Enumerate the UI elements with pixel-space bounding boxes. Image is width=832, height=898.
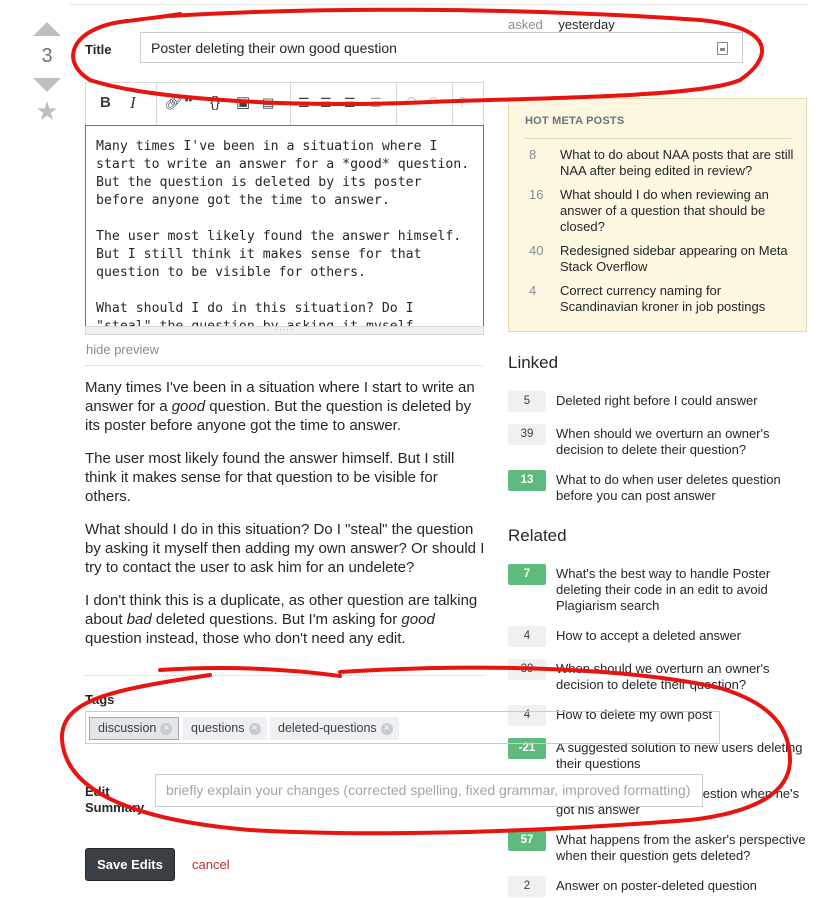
edit-summary-input[interactable]: briefly explain your changes (corrected … <box>155 774 703 807</box>
bold-button[interactable]: B <box>100 93 111 113</box>
vote-count: 3 <box>41 45 53 67</box>
save-edits-button[interactable]: Save Edits <box>85 848 175 881</box>
heading-button[interactable]: ☰ <box>344 93 356 113</box>
preview-text: deleted questions. But I'm asking for <box>151 611 402 628</box>
title-label: Title <box>85 42 112 57</box>
divider <box>85 675 484 676</box>
preview-paragraph: What should I do in this situation? Do I… <box>85 521 485 576</box>
related-heading: Related <box>508 526 567 545</box>
body-textarea[interactable]: Many times I've been in a situation wher… <box>85 125 484 328</box>
toolbar-separator <box>290 83 291 126</box>
toolbar-separator <box>156 83 157 126</box>
preview-paragraph: I don't think this is a duplicate, as ot… <box>85 591 485 648</box>
tag-chip[interactable]: questions × <box>183 717 267 740</box>
tags-label: Tags <box>85 692 115 707</box>
preview-paragraph: The user most likely found the answer hi… <box>85 450 455 505</box>
hot-meta-link[interactable]: What should I do when reviewing an answe… <box>560 187 795 235</box>
hot-meta-score: 4 <box>529 283 537 298</box>
tag-name: questions <box>191 721 245 735</box>
remove-tag-icon[interactable]: × <box>380 722 393 735</box>
cancel-link[interactable]: cancel <box>192 857 230 872</box>
linked-link[interactable]: Deleted right before I could answer <box>556 393 808 409</box>
hide-preview-link[interactable]: hide preview <box>86 342 159 357</box>
divider <box>85 365 484 366</box>
tag-chip[interactable]: discussion × <box>89 717 180 740</box>
post-preview: Many times I've been in a situation wher… <box>85 378 485 662</box>
score-badge-accepted: 57 <box>508 830 546 851</box>
code-button[interactable]: {} <box>210 93 220 113</box>
hot-meta-posts: HOT META POSTS 8 What to do about NAA po… <box>508 98 807 332</box>
linked-link[interactable]: When should we overturn an owner's decis… <box>556 426 808 458</box>
toolbar-separator <box>396 83 397 126</box>
linked-link[interactable]: What to do when user deletes question be… <box>556 472 808 504</box>
italic-button[interactable]: I <box>130 93 136 113</box>
preview-emphasis: good <box>401 611 435 628</box>
help-button[interactable]: ? <box>458 93 466 113</box>
score-badge: 4 <box>508 626 546 647</box>
downvote-arrow-icon[interactable] <box>33 78 61 92</box>
numbered-list-button[interactable]: ☰ <box>298 93 310 113</box>
related-link[interactable]: What's the best way to handle Poster del… <box>556 566 808 614</box>
blockquote-button[interactable]: “ <box>184 93 193 113</box>
hot-meta-score: 16 <box>529 187 544 202</box>
title-input[interactable]: Poster deleting their own good question <box>140 32 743 63</box>
hot-meta-link[interactable]: Redesigned sidebar appearing on Meta Sta… <box>560 243 795 275</box>
related-link[interactable]: A suggested solution to new users deleti… <box>556 740 808 772</box>
preview-text: question instead, those who don't need a… <box>85 630 406 647</box>
preview-paragraph: Many times I've been in a situation wher… <box>85 378 485 435</box>
hot-meta-heading: HOT META POSTS <box>525 115 625 127</box>
bulleted-list-button[interactable]: ☰ <box>320 93 332 113</box>
related-link[interactable]: When should we overturn an owner's decis… <box>556 661 808 693</box>
asked-value: yesterday <box>558 17 615 32</box>
vote-cell: 3 ★ <box>30 22 64 124</box>
score-badge: 2 <box>508 876 546 897</box>
editor-toolbar: B I 🔗︎ “ {} ▣ ▤ ☰ ☰ ☰ ☰ ↶ ↷ ? <box>85 82 484 126</box>
snippet-button[interactable]: ▤ <box>262 93 274 113</box>
top-divider <box>70 4 808 5</box>
title-input-value: Poster deleting their own good question <box>151 40 397 56</box>
score-badge: 39 <box>508 659 546 680</box>
favorite-star-icon[interactable]: ★ <box>30 98 64 124</box>
tag-name: discussion <box>98 721 157 735</box>
linked-heading: Linked <box>508 353 559 372</box>
related-link[interactable]: Answer on poster-deleted question <box>556 878 808 894</box>
tag-name: deleted-questions <box>278 721 377 735</box>
edit-summary-label: Edit Summary <box>85 784 144 816</box>
divider <box>525 138 791 139</box>
resize-grip[interactable]: ····· <box>85 326 484 335</box>
tags-input[interactable]: discussion × questions × deleted-questions… <box>85 711 720 744</box>
edit-summary-label-line: Summary <box>85 800 145 815</box>
edit-summary-label-line: Edit <box>85 784 110 799</box>
remove-tag-icon[interactable]: × <box>248 722 261 735</box>
toolbar-separator <box>452 83 453 126</box>
asked-label: asked <box>508 17 543 32</box>
score-badge-accepted: 13 <box>508 470 546 491</box>
score-badge: 5 <box>508 391 546 412</box>
tag-chip[interactable]: deleted-questions × <box>270 717 399 740</box>
upvote-arrow-icon[interactable] <box>33 22 61 36</box>
related-link[interactable]: How to accept a deleted answer <box>556 628 808 644</box>
undo-button[interactable]: ↶ <box>404 93 417 113</box>
redo-button[interactable]: ↷ <box>428 93 441 113</box>
score-badge-accepted: 7 <box>508 564 546 585</box>
related-link[interactable]: What happens from the asker's perspectiv… <box>556 832 808 864</box>
hot-meta-link[interactable]: What to do about NAA posts that are stil… <box>560 147 795 179</box>
autofill-contact-icon[interactable] <box>717 42 728 55</box>
horizontal-rule-button[interactable]: ☰ <box>370 93 382 113</box>
hot-meta-score: 8 <box>529 147 537 162</box>
link-button[interactable]: 🔗︎ <box>164 93 183 113</box>
hot-meta-link[interactable]: Correct currency naming for Scandinavian… <box>560 283 795 315</box>
preview-emphasis: good <box>171 398 206 415</box>
asked-info: asked yesterday <box>508 17 615 32</box>
image-button[interactable]: ▣ <box>236 93 250 113</box>
preview-emphasis: bad <box>126 611 152 628</box>
score-badge: 39 <box>508 424 546 445</box>
remove-tag-icon[interactable]: × <box>160 722 173 735</box>
hot-meta-score: 40 <box>529 243 544 258</box>
